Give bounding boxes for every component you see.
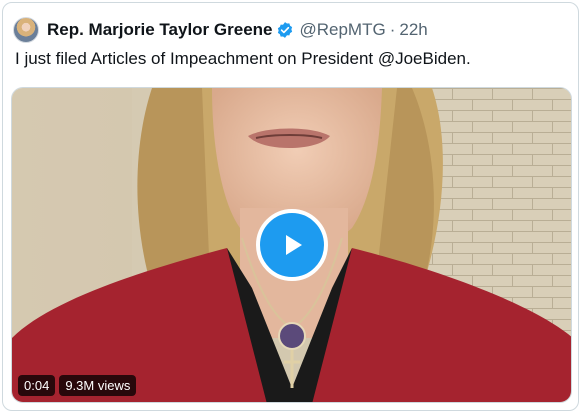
play-icon [286, 235, 302, 255]
tweet-header: Rep. Marjorie Taylor Greene @RepMTG · 22… [13, 17, 428, 43]
video-player[interactable]: 0:04 9.3M views [11, 87, 572, 403]
timestamp[interactable]: 22h [399, 20, 427, 40]
verified-badge-icon [278, 22, 293, 38]
video-views: 9.3M views [59, 375, 137, 396]
play-button[interactable] [256, 209, 328, 281]
tweet-text: I just filed Articles of Impeachment on … [15, 49, 471, 68]
author-name[interactable]: Rep. Marjorie Taylor Greene [47, 20, 272, 40]
separator-dot: · [389, 20, 396, 39]
video-overlay: 0:04 9.3M views [18, 375, 137, 396]
author-handle[interactable]: @RepMTG [299, 20, 385, 40]
tweet-card[interactable]: Rep. Marjorie Taylor Greene @RepMTG · 22… [2, 2, 579, 411]
avatar[interactable] [13, 17, 39, 43]
video-duration: 0:04 [18, 375, 56, 396]
